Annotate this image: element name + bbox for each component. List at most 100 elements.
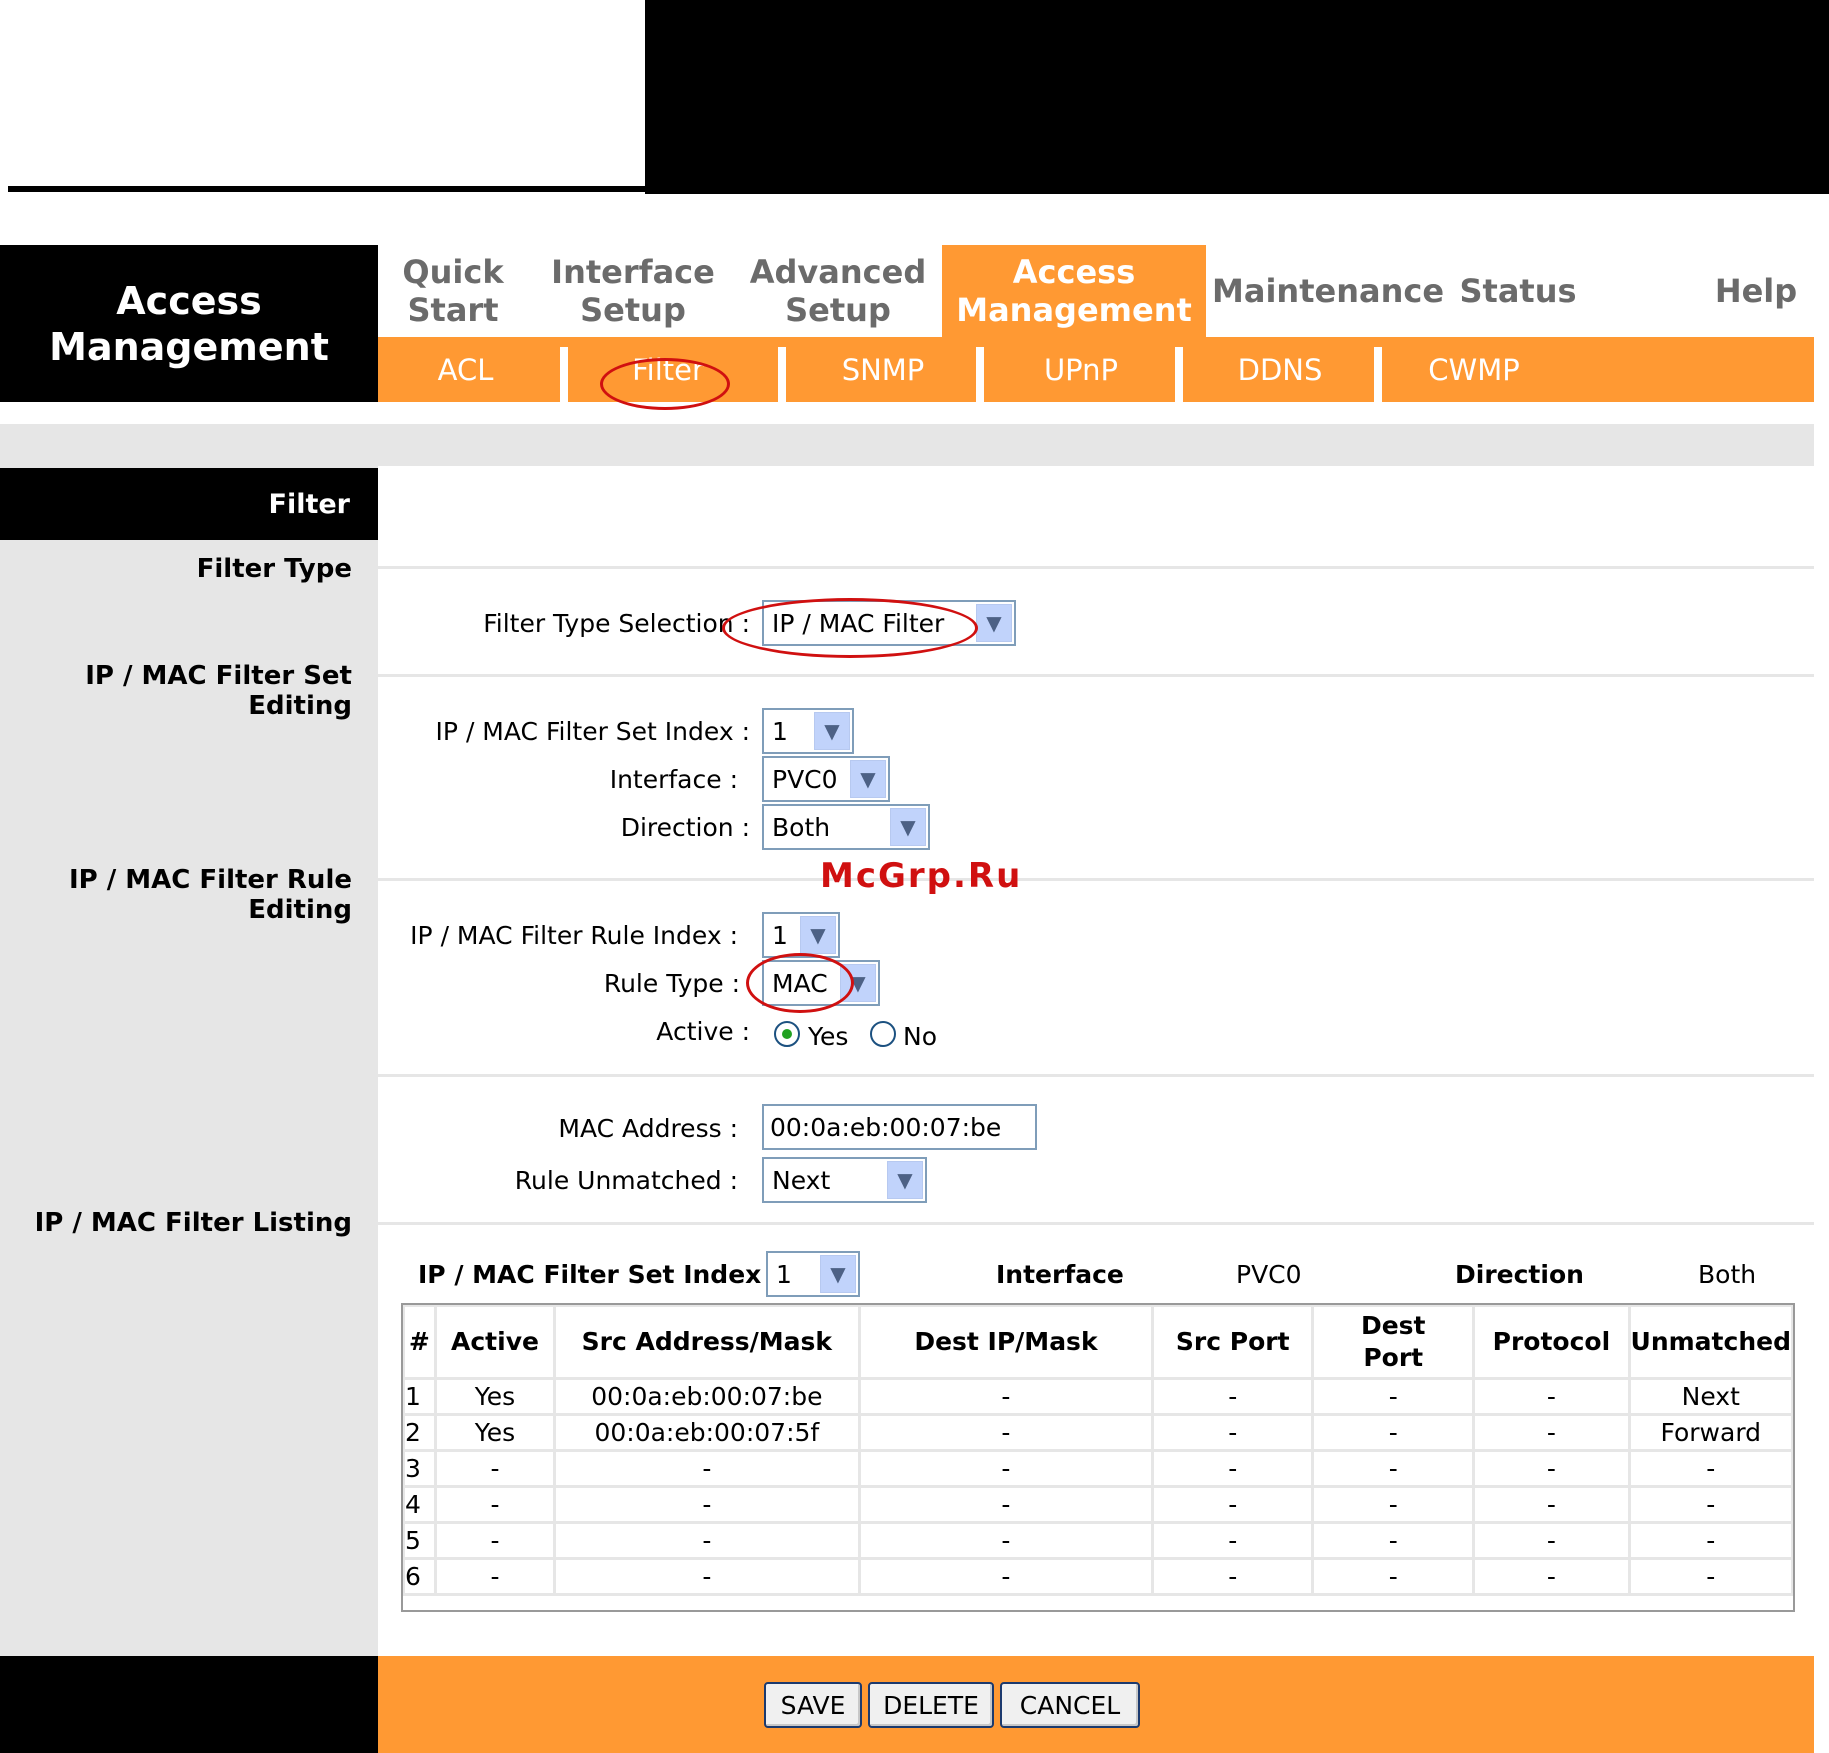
col-header: Dest Port	[1311, 1304, 1476, 1380]
active-label: Active :	[656, 1017, 750, 1046]
filter-listing-table: # Active Src Address/Mask Dest IP/Mask S…	[402, 1304, 1795, 1596]
sub-nav: ACL Filter SNMP UPnP DDNS CWMP	[378, 337, 1814, 402]
table-cell: -	[1627, 1449, 1795, 1488]
col-header: Dest IP/Mask	[857, 1304, 1155, 1380]
col-header: Src Address/Mask	[553, 1304, 861, 1380]
subtab-divider	[1175, 347, 1183, 402]
table-cell: -	[1151, 1377, 1315, 1416]
listing-direction-label: Direction	[1455, 1260, 1584, 1289]
subtab-divider	[778, 347, 786, 402]
table-cell: Yes	[433, 1413, 557, 1452]
brand-line1: Access	[116, 278, 262, 323]
cancel-button[interactable]: CANCEL	[1000, 1682, 1140, 1728]
rule-index-label: IP / MAC Filter Rule Index :	[410, 921, 738, 950]
chevron-down-icon: ▼	[820, 1255, 856, 1293]
divider	[378, 674, 1814, 677]
subtab-acl[interactable]: ACL	[378, 337, 553, 402]
set-index-label: IP / MAC Filter Set Index :	[435, 717, 750, 746]
table-cell: -	[433, 1485, 557, 1524]
table-cell: -	[1472, 1377, 1631, 1416]
subtab-divider	[976, 347, 984, 402]
table-cell: -	[857, 1413, 1155, 1452]
subtab-divider	[1374, 347, 1382, 402]
table-cell: 1	[402, 1377, 437, 1416]
rule-type-label: Rule Type :	[603, 969, 740, 998]
divider	[378, 1222, 1814, 1225]
table-cell: -	[857, 1485, 1155, 1524]
section-brand: Access Management	[0, 245, 378, 402]
table-cell: -	[1472, 1485, 1631, 1524]
table-cell: 3	[402, 1449, 437, 1488]
tab-maintenance[interactable]: Maintenance	[1212, 245, 1444, 337]
rule-unmatched-label: Rule Unmatched :	[514, 1166, 738, 1195]
table-cell: 6	[402, 1557, 437, 1596]
table-cell: Next	[1627, 1377, 1795, 1416]
annotation-ellipse	[600, 358, 730, 410]
save-button[interactable]: SAVE	[764, 1682, 862, 1728]
active-no-label: No	[903, 1022, 937, 1051]
active-yes-label: Yes	[808, 1022, 849, 1051]
table-cell: -	[1627, 1521, 1795, 1560]
table-cell: -	[1311, 1557, 1476, 1596]
table-cell: -	[1151, 1557, 1315, 1596]
table-cell: -	[1151, 1485, 1315, 1524]
rule-index-select[interactable]: 1 ▼	[762, 912, 840, 958]
tab-help[interactable]: Help	[1698, 245, 1814, 337]
subtab-divider	[560, 347, 568, 402]
chevron-down-icon: ▼	[850, 760, 886, 798]
table-row: 4-------	[402, 1485, 1795, 1524]
direction-select[interactable]: Both ▼	[762, 804, 930, 850]
table-cell: 5	[402, 1521, 437, 1560]
table-cell: -	[1627, 1557, 1795, 1596]
tab-quick-start[interactable]: Quick Start	[378, 245, 528, 337]
brand-line2: Management	[49, 324, 329, 369]
listing-set-index-select[interactable]: 1 ▼	[766, 1251, 860, 1297]
tab-advanced-setup[interactable]: Advanced Setup	[738, 245, 938, 337]
col-header: Protocol	[1472, 1304, 1631, 1380]
tab-access-management[interactable]: Access Management	[942, 245, 1206, 337]
active-yes-radio[interactable]	[774, 1021, 800, 1047]
subtab-upnp[interactable]: UPnP	[986, 337, 1176, 402]
header-rule	[8, 186, 1820, 192]
table-cell: -	[1627, 1485, 1795, 1524]
col-header: Unmatched	[1627, 1304, 1795, 1380]
table-cell: -	[1151, 1413, 1315, 1452]
subtab-snmp[interactable]: SNMP	[788, 337, 978, 402]
chevron-down-icon: ▼	[887, 1161, 923, 1199]
divider	[378, 1074, 1814, 1077]
table-cell: Yes	[433, 1377, 557, 1416]
table-row: 1 Yes 00:0a:eb:00:07:be - - - - Next	[402, 1377, 1795, 1416]
set-index-select[interactable]: 1 ▼	[762, 708, 854, 754]
col-header: #	[402, 1304, 437, 1380]
active-no-radio[interactable]	[870, 1021, 896, 1047]
subtab-cwmp[interactable]: CWMP	[1384, 337, 1564, 402]
rule-unmatched-select[interactable]: Next ▼	[762, 1157, 927, 1203]
table-cell: -	[433, 1521, 557, 1560]
table-row: 6-------	[402, 1557, 1795, 1596]
interface-select[interactable]: PVC0 ▼	[762, 756, 890, 802]
table-cell: -	[433, 1449, 557, 1488]
tab-status[interactable]: Status	[1448, 245, 1588, 337]
table-header-row: # Active Src Address/Mask Dest IP/Mask S…	[402, 1304, 1795, 1380]
watermark-text: McGrp.Ru	[820, 856, 1023, 896]
tab-interface-setup[interactable]: Interface Setup	[533, 245, 733, 337]
listing-direction-value: Both	[1698, 1260, 1757, 1289]
col-header: Src Port	[1151, 1304, 1315, 1380]
table-cell: -	[1311, 1449, 1476, 1488]
section-filter-type: Filter Type	[196, 554, 352, 584]
chevron-down-icon: ▼	[976, 604, 1012, 642]
interface-label: Interface :	[609, 765, 738, 794]
mac-address-label: MAC Address :	[558, 1114, 738, 1143]
table-cell: -	[857, 1449, 1155, 1488]
subtab-ddns[interactable]: DDNS	[1185, 337, 1375, 402]
table-cell: -	[1151, 1449, 1315, 1488]
chevron-down-icon: ▼	[814, 712, 850, 750]
filter-heading: Filter	[0, 468, 378, 540]
table-cell: -	[1472, 1521, 1631, 1560]
table-cell: -	[553, 1449, 861, 1488]
table-cell: 00:0a:eb:00:07:be	[553, 1377, 861, 1416]
section-rule-editing: IP / MAC Filter Rule Editing	[68, 865, 352, 925]
table-cell: -	[1311, 1377, 1476, 1416]
delete-button[interactable]: DELETE	[868, 1682, 994, 1728]
mac-address-input[interactable]: 00:0a:eb:00:07:be	[762, 1104, 1037, 1150]
